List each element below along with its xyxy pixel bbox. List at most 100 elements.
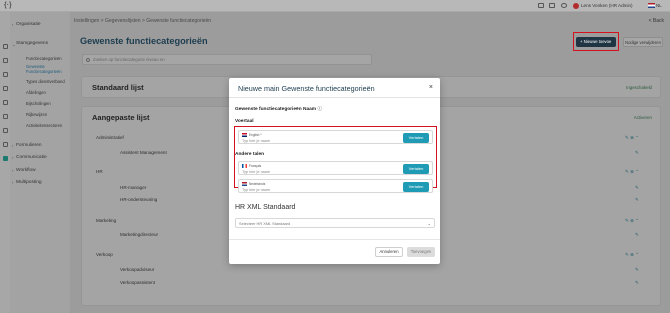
home-icon[interactable]	[3, 44, 8, 49]
chevron-down-icon: ⌄	[427, 221, 431, 226]
save-button[interactable]: Toevoegen	[407, 247, 435, 257]
search-input[interactable]: Zoeken op functiecategorie niveau en	[82, 54, 372, 65]
edit-icon[interactable]: ✎	[635, 197, 639, 203]
top-bar: {·} Lens Vonken (HR Admin) NL	[0, 0, 670, 12]
calendar-icon[interactable]	[3, 114, 8, 119]
edit-icon[interactable]: ✎	[635, 232, 639, 238]
chart-icon[interactable]	[3, 100, 8, 105]
new-item-button[interactable]: + Nieuwe toevoe	[576, 37, 616, 47]
back-link[interactable]: < Back	[649, 18, 664, 24]
language-selector[interactable]: NL	[656, 3, 662, 8]
users-icon[interactable]	[3, 86, 8, 91]
gear-icon[interactable]	[3, 128, 8, 133]
nav-communicatie[interactable]: Communicatie	[16, 155, 47, 160]
chevron-right-icon: ›	[12, 22, 14, 27]
nav-organisatie[interactable]: Organisatie	[16, 22, 41, 27]
group-administratief[interactable]: Administratief	[96, 135, 124, 140]
nav-item-bijscholingen[interactable]: Bijscholingen	[26, 101, 51, 106]
hr-xml-title: HR XML Standaard	[235, 204, 296, 211]
search-placeholder: Zoeken op functiecategorie niveau en	[93, 57, 165, 62]
edit-icon[interactable]: ✎ ⊕ ⌃	[625, 252, 639, 258]
field-placeholder: Typ hier je naam	[242, 138, 271, 143]
breadcrumb[interactable]: Instellingen > Gegevenslijsten > Gewenst…	[74, 18, 211, 24]
edit-icon[interactable]: ✎	[635, 185, 639, 191]
avatar[interactable]	[573, 3, 579, 9]
other-languages-section: Andere talen	[235, 152, 265, 157]
nav-item-afdelingen[interactable]: Afdelingen	[26, 90, 46, 95]
modal-title: Nieuwe main Gewenste functiecategorieën	[238, 84, 375, 93]
translate-button[interactable]: Vertalen	[403, 133, 429, 143]
nav-formulieren[interactable]: Formulieren	[16, 143, 42, 148]
chevron-right-icon: ›	[12, 168, 14, 173]
chevron-right-icon: ›	[12, 180, 14, 185]
list-item: Assistent Management	[120, 150, 167, 155]
group-hr[interactable]: HR	[96, 169, 103, 174]
hr-xml-select[interactable]: Selecteer HR XML Standaard ⌄	[235, 218, 435, 228]
nav-workflow[interactable]: Workflow	[16, 168, 36, 173]
nav-item-rijbewijzen[interactable]: Rijbewijzen	[26, 112, 47, 117]
chevron-right-icon: ›	[12, 143, 14, 148]
group-verkoop[interactable]: Verkoop	[96, 252, 113, 257]
english-name-field[interactable]: English * Typ hier je naam Vertalen	[238, 130, 433, 144]
user-name[interactable]: Lens Vonken (HR Admin)	[581, 3, 633, 8]
nav-item-activiteitensectoren[interactable]: Activiteitensectoren	[26, 123, 62, 128]
icon-rail	[0, 12, 10, 313]
settings-sidebar: › Organisatie ⌄ Stamgegevens Functiecate…	[10, 12, 70, 313]
standard-list-status[interactable]: Ingeschakeld	[626, 85, 652, 90]
select-placeholder: Selecteer HR XML Standaard	[239, 221, 291, 226]
list-item: HR-ondersteuning	[120, 197, 158, 202]
translate-button[interactable]: Vertalen	[403, 164, 429, 174]
standard-list-title[interactable]: Standaard lijst	[92, 83, 144, 92]
edit-icon[interactable]: ✎ ⊕ ⌃	[625, 218, 639, 224]
grid-icon[interactable]	[3, 142, 8, 147]
new-item-modal: Nieuwe main Gewenste functiecategorieën …	[229, 78, 440, 264]
chevron-down-icon: ⌄	[12, 42, 16, 47]
edit-icon[interactable]: ✎	[635, 267, 639, 273]
close-icon[interactable]: ×	[429, 84, 433, 91]
field-placeholder: Typ hier je naam	[242, 169, 271, 174]
list-item: Verkoopassistent	[120, 280, 155, 285]
edit-icon[interactable]: ✎ ⊕ ⌃	[625, 169, 639, 175]
field-placeholder: Typ hier je naam	[242, 187, 271, 192]
nav-item-gewenste-sub[interactable]: Functiecategorieën	[26, 69, 62, 74]
nav-stamgegevens[interactable]: Stamgegevens	[16, 41, 48, 46]
french-name-field[interactable]: Français Typ hier je naam Vertalen	[238, 161, 433, 175]
list-item: Marketingdirecteur	[120, 232, 159, 237]
calendar-icon[interactable]	[549, 3, 555, 8]
edit-icon[interactable]: ✎ ⊕ ⌃	[625, 135, 639, 141]
nl-flag-icon[interactable]	[648, 3, 655, 8]
divider	[229, 97, 440, 98]
nav-item-types[interactable]: Types dienstverband	[26, 79, 65, 84]
name-label-text: Gewenste functiecategorieën Naam	[235, 107, 317, 112]
library-button[interactable]: Nodige verwijderen	[623, 37, 663, 47]
dutch-name-field[interactable]: Nederlands Typ hier je naam Vertalen	[238, 179, 433, 193]
document-icon[interactable]	[3, 72, 8, 77]
list-item: HR-manager	[120, 185, 147, 190]
edit-icon[interactable]: ✎	[635, 280, 639, 286]
custom-list-title[interactable]: Aangepaste lijst	[92, 113, 150, 122]
divider	[229, 239, 440, 240]
name-label: Gewenste functiecategorieën Naam ⓘ	[235, 105, 322, 112]
fr-flag-icon	[242, 164, 247, 168]
source-language-section: Voertaal	[235, 119, 254, 124]
custom-list-activate[interactable]: Activeren	[634, 115, 652, 120]
chevron-right-icon: ›	[12, 155, 14, 160]
info-icon[interactable]: ⓘ	[317, 107, 322, 112]
nav-item-functiecategorieen[interactable]: Functiecategorieën	[26, 56, 62, 61]
search-icon	[86, 58, 90, 62]
group-marketing[interactable]: Marketing	[96, 218, 116, 223]
uk-flag-icon	[242, 133, 247, 137]
translate-button[interactable]: Vertalen	[403, 182, 429, 192]
list-item: Verkoopadviseur	[120, 267, 155, 272]
edit-icon[interactable]: ✎	[635, 150, 639, 156]
page-title: Gewenste functiecategorieën	[80, 36, 208, 46]
field-language: Nederlands	[249, 181, 266, 186]
nl-flag-icon	[242, 182, 247, 186]
nav-multiposting[interactable]: Multiposting	[16, 180, 42, 185]
bell-icon[interactable]	[561, 3, 567, 8]
briefcase-icon[interactable]	[3, 58, 8, 63]
settings-active-icon[interactable]	[3, 156, 8, 161]
field-language: Français	[249, 163, 262, 168]
cancel-button[interactable]: Annuleren	[375, 247, 403, 257]
mail-icon[interactable]	[538, 3, 544, 8]
